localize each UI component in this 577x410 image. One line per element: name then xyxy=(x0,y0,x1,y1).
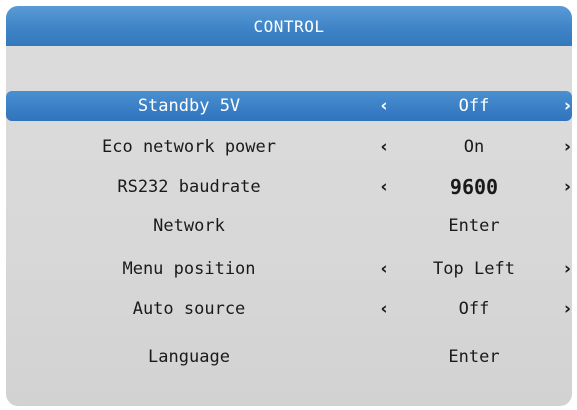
menu-row-eco-network-power[interactable]: Eco network power ‹ On › xyxy=(6,132,572,162)
menu-row-network[interactable]: Network Enter xyxy=(6,211,572,241)
menu-row-label: Auto source xyxy=(132,299,246,319)
menu-row-rs232-baudrate[interactable]: RS232 baudrate ‹ 9600 › xyxy=(6,172,572,202)
menu-row-label: Network xyxy=(153,216,225,236)
menu-row-menu-position[interactable]: Menu position ‹ Top Left › xyxy=(6,254,572,284)
chevron-right-icon[interactable]: › xyxy=(564,254,572,284)
menu-title: CONTROL xyxy=(253,16,325,36)
menu-row-value[interactable]: Enter xyxy=(404,211,544,241)
menu-row-value: Top Left xyxy=(433,259,515,279)
osd-menu-panel: CONTROL Standby 5V ‹ Off › Eco network p… xyxy=(6,6,572,406)
menu-row-standby-5v[interactable]: Standby 5V ‹ Off › xyxy=(6,91,572,121)
chevron-left-icon[interactable]: ‹ xyxy=(374,254,394,284)
chevron-right-icon[interactable]: › xyxy=(564,172,572,202)
menu-row-label: Standby 5V xyxy=(137,96,241,116)
menu-row-value: Off xyxy=(458,299,490,319)
chevron-left-icon[interactable]: ‹ xyxy=(374,132,394,162)
menu-row-label: RS232 baudrate xyxy=(117,177,261,197)
chevron-left-icon[interactable]: ‹ xyxy=(374,172,394,202)
menu-row-value[interactable]: Enter xyxy=(404,342,544,372)
menu-row-value: 9600 xyxy=(449,175,499,199)
menu-row-label: Language xyxy=(148,347,230,367)
menu-row-auto-source[interactable]: Auto source ‹ Off › xyxy=(6,294,572,324)
menu-row-language[interactable]: Language Enter xyxy=(6,342,572,372)
chevron-left-icon[interactable]: ‹ xyxy=(374,91,394,121)
menu-title-bar: CONTROL xyxy=(6,6,572,46)
chevron-right-icon[interactable]: › xyxy=(564,294,572,324)
menu-row-value: Off xyxy=(458,96,490,116)
menu-row-label: Menu position xyxy=(122,259,256,279)
chevron-right-icon[interactable]: › xyxy=(564,91,572,121)
menu-row-value: On xyxy=(463,137,485,157)
chevron-right-icon[interactable]: › xyxy=(564,132,572,162)
chevron-left-icon[interactable]: ‹ xyxy=(374,294,394,324)
menu-row-label: Eco network power xyxy=(102,137,276,157)
